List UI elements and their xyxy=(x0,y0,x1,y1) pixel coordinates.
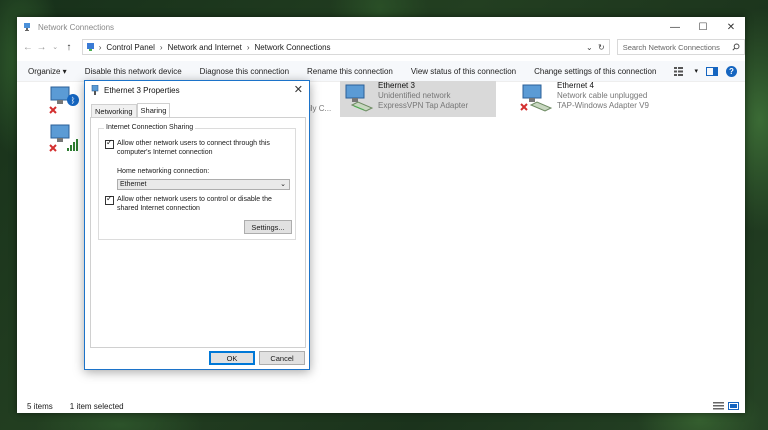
connection-text: Ethernet 4 Network cable unplugged TAP-W… xyxy=(557,81,649,111)
network-adapter-icon xyxy=(340,81,376,115)
connection-item-ethernet-3[interactable]: Ethernet 3 Unidentified network ExpressV… xyxy=(340,81,496,117)
allow-control-checkbox[interactable]: Allow other network users to control or … xyxy=(105,194,272,213)
connection-item-hidden-1[interactable]: ᛒ xyxy=(47,83,89,119)
allow-control-label-line-1: Allow other network users to control or … xyxy=(117,196,272,203)
rename-command[interactable]: Rename this connection xyxy=(298,67,402,76)
chevron-down-icon: ⌄ xyxy=(280,181,286,188)
dialog-close-button[interactable]: ✕ xyxy=(294,83,303,96)
allow-connect-label-line-2: computer's Internet connection xyxy=(117,149,213,156)
breadcrumb[interactable]: › Control Panel › Network and Internet ›… xyxy=(81,39,610,55)
search-input[interactable]: Search Network Connections xyxy=(616,39,745,55)
connection-name: Ethernet 4 xyxy=(557,81,594,90)
network-connections-app-icon xyxy=(24,23,30,31)
item-count: 5 items xyxy=(27,401,53,411)
back-arrow-icon[interactable]: ← xyxy=(21,42,35,53)
recent-locations-chevron-icon[interactable]: ⌄ xyxy=(48,43,62,51)
allow-connect-label-line-1: Allow other network users to connect thr… xyxy=(117,140,270,147)
address-dropdown-icon[interactable]: ⌄ xyxy=(586,43,593,52)
organize-menu[interactable]: Organize ▾ xyxy=(17,67,76,76)
wifi-adapter-icon xyxy=(47,121,83,155)
network-adapter-icon: ᛒ xyxy=(47,83,83,117)
hidden-connection-adapter-text: ily C... xyxy=(309,104,332,113)
settings-button[interactable]: Settings... xyxy=(244,220,292,234)
home-network-select[interactable]: Ethernet ⌄ xyxy=(117,179,290,190)
view-options-chevron-icon[interactable]: ▾ xyxy=(694,67,698,75)
breadcrumb-separator-icon: › xyxy=(246,42,250,52)
allow-connect-label: Allow other network users to connect thr… xyxy=(117,139,270,157)
network-adapter-icon xyxy=(519,81,555,115)
preview-pane-icon[interactable] xyxy=(706,66,718,76)
tiles-view-icon[interactable] xyxy=(728,402,739,410)
tab-networking[interactable]: Networking xyxy=(91,104,137,117)
checkbox-checked-icon[interactable] xyxy=(105,194,114,205)
minimize-button[interactable]: — xyxy=(661,17,689,37)
forward-arrow-icon[interactable]: → xyxy=(35,42,49,53)
connection-adapter: TAP-Windows Adapter V9 xyxy=(557,101,649,110)
home-network-label: Home networking connection: xyxy=(117,168,210,175)
breadcrumb-control-panel[interactable]: Control Panel xyxy=(106,43,154,52)
address-bar: ← → ⌄ ↑ › Control Panel › Network and In… xyxy=(17,37,745,57)
dialog-title-bar: Ethernet 3 Properties ✕ xyxy=(85,81,309,99)
view-mode-switcher xyxy=(713,402,739,410)
cancel-button[interactable]: Cancel xyxy=(259,351,305,365)
diagnose-command[interactable]: Diagnose this connection xyxy=(191,67,298,76)
connection-text: Ethernet 3 Unidentified network ExpressV… xyxy=(378,81,468,111)
close-button[interactable]: ✕ xyxy=(717,17,745,37)
search-placeholder: Search Network Connections xyxy=(622,42,720,52)
breadcrumb-network-connections[interactable]: Network Connections xyxy=(255,43,331,52)
group-label: Internet Connection Sharing xyxy=(104,124,196,131)
tab-sharing[interactable]: Sharing xyxy=(136,103,171,117)
allow-control-label-line-2: shared Internet connection xyxy=(117,205,200,212)
maximize-button[interactable]: ☐ xyxy=(689,17,717,37)
details-view-icon[interactable] xyxy=(713,402,724,410)
selected-count: 1 item selected xyxy=(69,401,124,411)
ok-button[interactable]: OK xyxy=(209,351,255,365)
sharing-tab-panel: Internet Connection Sharing Allow other … xyxy=(90,117,306,348)
connection-adapter: ExpressVPN Tap Adapter xyxy=(378,101,469,110)
breadcrumb-separator-icon: › xyxy=(98,42,102,52)
status-bar: 5 items 1 item selected xyxy=(17,399,745,413)
home-network-value: Ethernet xyxy=(120,181,147,188)
breadcrumb-network-and-internet[interactable]: Network and Internet xyxy=(168,43,242,52)
control-panel-icon xyxy=(86,43,94,51)
connection-status: Network cable unplugged xyxy=(557,91,648,100)
dialog-tabs: Networking Sharing xyxy=(91,103,171,117)
window-title: Network Connections xyxy=(38,22,115,32)
dialog-title: Ethernet 3 Properties xyxy=(104,85,180,95)
up-arrow-icon[interactable]: ↑ xyxy=(62,42,76,53)
allow-connect-checkbox[interactable]: Allow other network users to connect thr… xyxy=(105,138,270,157)
network-adapter-icon xyxy=(91,85,99,95)
connection-item-ethernet-4[interactable]: Ethernet 4 Network cable unplugged TAP-W… xyxy=(519,81,659,117)
change-settings-command[interactable]: Change settings of this connection xyxy=(525,67,665,76)
connection-item-hidden-2[interactable] xyxy=(47,121,89,157)
connection-status: Unidentified network xyxy=(378,91,451,100)
breadcrumb-separator-icon: › xyxy=(159,42,163,52)
change-view-icon[interactable] xyxy=(674,66,686,76)
search-icon xyxy=(732,43,740,51)
view-status-command[interactable]: View status of this connection xyxy=(402,67,525,76)
refresh-icon[interactable]: ↻ xyxy=(598,43,605,52)
ethernet-properties-dialog: Ethernet 3 Properties ✕ Networking Shari… xyxy=(84,80,310,370)
title-bar: Network Connections — ☐ ✕ xyxy=(17,17,745,37)
checkbox-checked-icon[interactable] xyxy=(105,138,114,149)
internet-connection-sharing-group: Internet Connection Sharing Allow other … xyxy=(98,124,296,240)
connection-name: Ethernet 3 xyxy=(378,81,415,90)
svg-text:ᛒ: ᛒ xyxy=(71,96,76,105)
view-controls: ▾ ? xyxy=(674,65,745,77)
window-controls: — ☐ ✕ xyxy=(661,17,745,37)
allow-control-label: Allow other network users to control or … xyxy=(117,195,272,213)
help-icon[interactable]: ? xyxy=(726,65,737,77)
disable-device-command[interactable]: Disable this network device xyxy=(76,67,191,76)
